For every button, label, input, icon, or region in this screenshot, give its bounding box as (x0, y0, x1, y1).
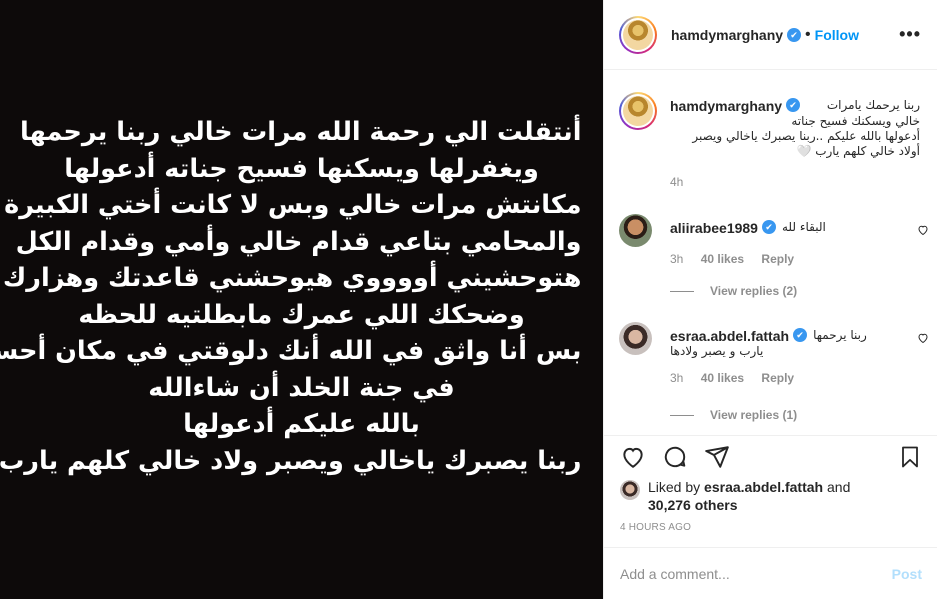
comment-time[interactable]: 3h (670, 371, 683, 385)
caption-author-avatar[interactable] (619, 92, 657, 130)
likes-prefix: Liked by (648, 479, 705, 495)
post-image-text: أنتقلت الي رحمة الله مرات خالي ربنا يرحم… (0, 114, 582, 479)
likes-middle: and (823, 479, 851, 495)
view-replies-button[interactable]: View replies (1) (670, 408, 797, 422)
image-text-line: والمحامي بتاعي قدام خالي وأمي وقدام الكل (15, 226, 582, 257)
like-heart-icon[interactable] (620, 444, 646, 470)
commenter-username[interactable]: esraa.abdel.fattah (670, 328, 789, 344)
verified-badge-icon: ✔ (793, 328, 808, 342)
share-icon[interactable] (704, 444, 730, 470)
comments-section[interactable]: hamdymarghany ✔ ربنا يرحمك يامرات خالي و… (604, 71, 937, 435)
commenter-avatar[interactable] (619, 322, 652, 355)
image-text-line: في جنة الخلد أن شاءالله (148, 372, 455, 403)
post-header: hamdymarghany ✔ • Follow ••• (604, 0, 937, 70)
reply-button[interactable]: Reply (761, 371, 794, 385)
comment-text: البقاء لله (781, 220, 826, 234)
image-text-line: أنتقلت الي رحمة الله مرات خالي ربنا يرحم… (20, 117, 582, 147)
likes-others-link[interactable]: 30,276 others (648, 497, 738, 513)
view-replies-label: View replies (2) (710, 284, 798, 298)
view-replies-label: View replies (1) (710, 408, 798, 422)
add-comment-input[interactable] (620, 565, 892, 582)
comment-text: ربنا يرحمها (813, 328, 867, 342)
caption-text-line: أدعولها بالله عليكم ..ربنا يصبرك ياخالي … (692, 129, 920, 143)
comment-text: يارب و يصبر ولادها (670, 344, 764, 358)
reply-button[interactable]: Reply (761, 252, 794, 266)
post-side-panel: hamdymarghany ✔ • Follow ••• hamdymargha… (603, 0, 937, 599)
liker-avatar[interactable] (620, 480, 640, 500)
comment-likes[interactable]: 40 likes (701, 252, 744, 266)
caption-time[interactable]: 4h (670, 175, 683, 189)
image-text-line: مكانتش مرات خالي وبس لا كانت أختي الكبير… (4, 190, 582, 220)
image-text-line: هتوحشيني أووووي هيوحشني قاعدتك وهزارك (2, 263, 582, 293)
caption-username[interactable]: hamdymarghany (670, 98, 782, 114)
verified-badge-icon: ✔ (761, 220, 776, 234)
image-text-line: بس أنا واثق في الله أنك دلوقتي في مكان أ… (0, 336, 582, 366)
commenter-avatar[interactable] (619, 214, 652, 247)
view-replies-button[interactable]: View replies (2) (670, 284, 797, 298)
comment-like-heart-icon[interactable] (917, 332, 929, 347)
commenter-username[interactable]: aliirabee1989 (670, 220, 758, 236)
image-text-line: بالله عليكم أدعولها (183, 409, 420, 439)
verified-badge-icon: ✔ (786, 98, 801, 112)
image-text-line: وضحكك اللي عمرك مابطلتيه للحظه (78, 299, 525, 330)
caption-text-line: أولاد خالي كلهم يارب 🤍 (796, 144, 920, 158)
post-image[interactable]: أنتقلت الي رحمة الله مرات خالي ربنا يرحم… (0, 0, 603, 599)
likes-summary: Liked by esraa.abdel.fattah and 30,276 o… (620, 478, 920, 514)
comment-time[interactable]: 3h (670, 252, 683, 266)
comment-like-heart-icon[interactable] (917, 224, 929, 239)
more-options-icon[interactable]: ••• (899, 24, 921, 45)
bookmark-icon[interactable] (898, 444, 922, 470)
action-bar (604, 435, 937, 477)
comment-likes[interactable]: 40 likes (701, 371, 744, 385)
add-comment-bar: Post (604, 547, 937, 599)
separator-dot: • (805, 25, 811, 43)
follow-button[interactable]: Follow (815, 27, 859, 43)
caption-text-line: ربنا يرحمك يامرات (826, 98, 920, 112)
comment-icon[interactable] (662, 444, 688, 470)
post-timestamp[interactable]: 4 HOURS AGO (620, 522, 691, 533)
verified-badge-icon: ✔ (787, 27, 802, 42)
author-avatar[interactable] (619, 15, 657, 54)
author-username[interactable]: hamdymarghany (671, 27, 783, 43)
liker-username[interactable]: esraa.abdel.fattah (704, 479, 823, 495)
image-text-line: ويغفرلها ويسكنها فسيح جناته أدعولها (64, 153, 539, 184)
caption-text-line: خالي ويسكنك فسيح جناته (791, 114, 920, 128)
image-text-line: ربنا يصبرك ياخالي ويصبر ولاد خالي كلهم ي… (0, 445, 582, 476)
post-comment-button[interactable]: Post (892, 566, 922, 582)
